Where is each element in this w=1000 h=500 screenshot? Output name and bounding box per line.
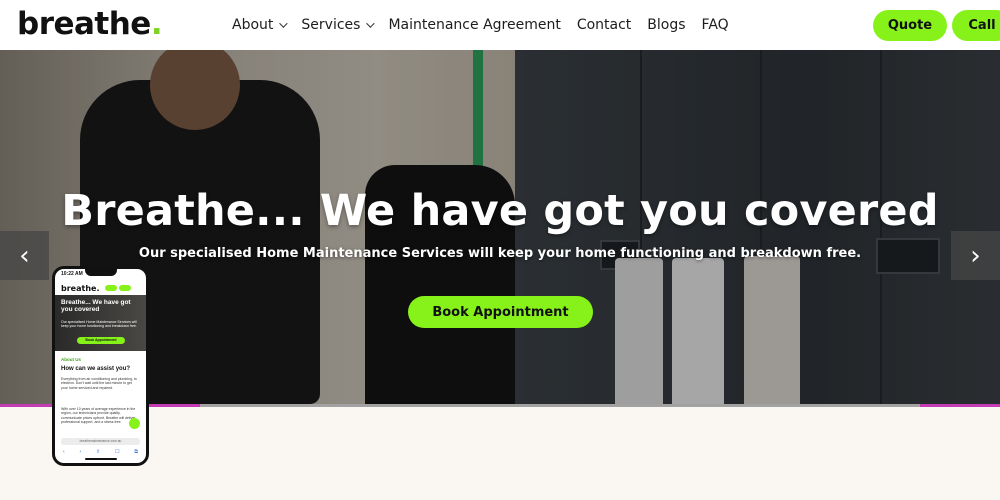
phone-hero-title: Breathe... We have got you covered	[61, 299, 131, 313]
phone-about-label: About Us	[61, 357, 81, 362]
phone-hero-subtitle: Our specialised Home Maintenance Service…	[61, 320, 137, 328]
phone-mockup: 10:22 AM breathe. Breathe... We have got…	[52, 266, 149, 466]
nav-services[interactable]: Services	[301, 17, 376, 33]
nav-contact[interactable]: Contact	[577, 17, 631, 33]
phone-heading: How can we assist you?	[61, 366, 131, 372]
forward-icon: ›	[79, 449, 82, 455]
phone-logo: breathe.	[61, 284, 100, 293]
phone-status-time: 10:22 AM	[61, 271, 83, 277]
breathe-logo[interactable]: breathe.	[17, 6, 163, 42]
call-button[interactable]: Call	[952, 10, 1000, 41]
phone-chat-fab	[129, 418, 140, 429]
bookmarks-icon: ☐	[115, 449, 120, 455]
lower-section	[0, 407, 1000, 500]
chevron-down-icon	[366, 19, 376, 28]
chevron-down-icon	[279, 19, 289, 28]
nav-faq[interactable]: FAQ	[702, 17, 729, 33]
phone-call-button	[119, 285, 131, 291]
hero-subtitle: Our specialised Home Maintenance Service…	[138, 246, 862, 261]
carousel-next-button[interactable]: ›	[951, 231, 1000, 280]
chevron-left-icon: ‹	[19, 240, 30, 271]
phone-hero-button: Book Appointment	[77, 337, 125, 344]
phone-text-1: Everything from air conditioning and plu…	[61, 377, 137, 390]
book-appointment-button[interactable]: Book Appointment	[408, 296, 593, 328]
phone-home-indicator	[85, 458, 117, 460]
nav-about[interactable]: About	[232, 17, 289, 33]
phone-quote-button	[105, 285, 117, 291]
phone-text-2: With over 10 years of average experience…	[61, 407, 136, 425]
carousel-prev-button[interactable]: ‹	[0, 231, 49, 280]
phone-notch	[85, 269, 117, 276]
phone-url-bar: breathemaintenance.com.au	[61, 438, 140, 445]
chevron-right-icon: ›	[970, 240, 981, 271]
hero-banner: Breathe... We have got you covered Our s…	[0, 50, 1000, 404]
nav-blogs[interactable]: Blogs	[647, 17, 685, 33]
nav-maintenance-agreement[interactable]: Maintenance Agreement	[388, 17, 560, 33]
phone-browser-toolbar: ‹ › ⇪ ☐ ⧉	[63, 449, 138, 455]
share-icon: ⇪	[96, 449, 101, 455]
phone-screen: 10:22 AM breathe. Breathe... We have got…	[55, 269, 146, 463]
quote-button[interactable]: Quote	[873, 10, 947, 41]
tabs-icon: ⧉	[134, 449, 138, 455]
site-header: breathe. About Services Maintenance Agre…	[0, 0, 1000, 50]
back-icon: ‹	[63, 449, 65, 455]
main-nav: About Services Maintenance Agreement Con…	[232, 0, 745, 50]
hero-title: Breathe... We have got you covered	[61, 186, 939, 236]
